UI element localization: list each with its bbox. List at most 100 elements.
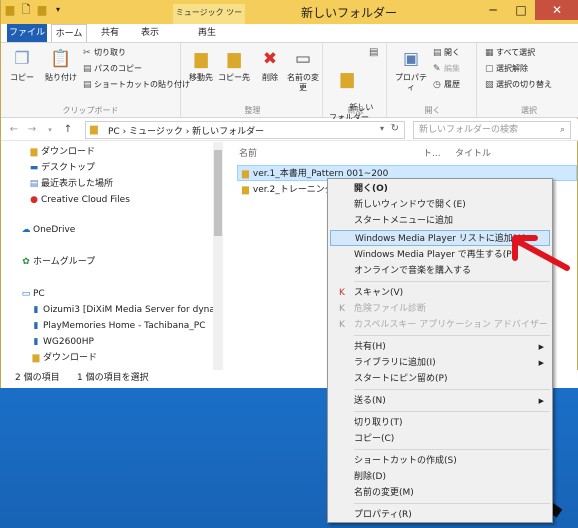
menu-item-label: スタートメニューに追加 — [354, 216, 454, 226]
menu-item-pin-to-start[interactable]: スタートにピン留め(P) — [330, 371, 550, 387]
menu-item-open-new-window[interactable]: 新しいウィンドウで開く(E) — [330, 197, 550, 213]
menu-item-cut[interactable]: 切り取り(T) — [330, 415, 550, 431]
menu-item-create-shortcut[interactable]: ショートカットの作成(S) — [330, 453, 550, 469]
nav-item[interactable]: ▆ ダウンロード — [27, 146, 95, 158]
select-none-button[interactable]: ▢ 選択解除 — [485, 63, 528, 75]
menu-item-danger-file-check[interactable]: K 危険ファイル診断 — [330, 301, 550, 317]
move-to-label: 移動先 — [189, 73, 213, 82]
red-arrow-annotation-icon — [512, 235, 570, 271]
rename-button[interactable]: ▭ 名前の変更 — [287, 47, 319, 93]
tab-play[interactable]: 再生 — [187, 24, 227, 42]
address-bar: ← → ▾ ↑ ▆ PC › ミュージック › 新しいフォルダー ▾ ↻ 新しい… — [1, 119, 578, 141]
address-box[interactable]: ▆ PC › ミュージック › 新しいフォルダー ▾ ↻ — [85, 121, 405, 139]
submenu-arrow-icon: ▶ — [538, 359, 544, 367]
new-group-label: 新規 — [347, 106, 364, 115]
menu-item-label: Windows Media Player で再生する(P) — [354, 250, 516, 260]
search-input[interactable]: 新しいフォルダーの検索 ⌕ — [413, 121, 571, 139]
tab-file[interactable]: ファイル — [7, 24, 47, 42]
paste-button[interactable]: 📋 貼り付け — [41, 47, 81, 83]
search-placeholder: 新しいフォルダーの検索 — [419, 125, 519, 135]
menu-item-open[interactable]: 開く(O) — [330, 181, 550, 197]
column-header-name[interactable]: 名前 — [239, 146, 257, 159]
minimize-button[interactable]: ─ — [479, 0, 507, 20]
nav-item[interactable]: ▭ PC — [19, 288, 45, 300]
copy-to-button[interactable]: ▆ コピー先 — [217, 47, 251, 83]
delete-label: 削除 — [262, 73, 278, 82]
selected-count: 1 個の項目を選択 — [77, 373, 149, 383]
file-name: ver.2_トレーニングプ — [252, 185, 328, 195]
delete-button[interactable]: ✖ 削除 — [257, 47, 283, 83]
quick-access-toolbar: ▆ 🗋 ▆ ▾ — [3, 3, 65, 17]
nav-item[interactable]: ▬ デスクトップ — [27, 162, 95, 174]
menu-item-label: 共有(H) — [354, 342, 386, 352]
column-header-title[interactable]: タイトル — [455, 146, 491, 159]
move-to-button[interactable]: ▆ 移動先 — [187, 47, 215, 83]
menu-item-add-to-start[interactable]: スタートメニューに追加 — [330, 213, 550, 229]
file-row[interactable]: ▆ver.2_トレーニングプ — [238, 182, 328, 198]
history-label: 履歴 — [444, 80, 460, 89]
recent-icon: ▤ — [29, 179, 39, 189]
nav-item-label: WG2600HP — [43, 337, 94, 347]
cut-button[interactable]: ✂ 切り取り — [83, 47, 126, 59]
copy-button[interactable]: ❐ コピー — [7, 47, 37, 83]
nav-scrollbar-thumb[interactable] — [214, 150, 222, 236]
nav-item[interactable]: ▆ ダウンロード — [29, 352, 97, 364]
title-bar: ▆ 🗋 ▆ ▾ ミュージック ツール 新しいフォルダー ─ □ ✕ — [1, 0, 578, 35]
edit-button[interactable]: ✎ 編集 — [433, 63, 460, 75]
menu-item-share[interactable]: 共有(H) ▶ — [330, 339, 550, 355]
history-button[interactable]: ◷ 履歴 — [433, 79, 460, 91]
menu-item-add-to-library[interactable]: ライブラリに追加(I) ▶ — [330, 355, 550, 371]
new-folder-icon[interactable]: ▆ — [35, 3, 49, 17]
new-item-icon[interactable]: ▤ — [369, 47, 378, 58]
properties-label: プロパティ — [395, 73, 427, 92]
nav-item[interactable]: ● Creative Cloud Files — [27, 194, 130, 206]
refresh-icon[interactable]: ↻ — [391, 123, 399, 134]
menu-item-send-to[interactable]: 送る(N) ▶ — [330, 393, 550, 409]
new-folder-icon: ▆ — [340, 69, 354, 89]
tab-view[interactable]: 表示 — [135, 24, 165, 42]
folder-icon[interactable]: ▆ — [3, 3, 17, 17]
maximize-button[interactable]: □ — [507, 0, 535, 20]
forward-button[interactable]: → — [25, 123, 39, 137]
select-all-button[interactable]: ▦ すべて選択 — [485, 47, 535, 59]
chevron-down-icon[interactable]: ▾ — [380, 124, 384, 133]
edit-icon: ✎ — [433, 64, 441, 74]
recent-locations-button[interactable]: ▾ — [43, 123, 57, 137]
paste-shortcut-button[interactable]: ▤ ショートカットの貼り付け — [83, 79, 190, 91]
nav-item[interactable]: ▮ Oizumi3 [DiXiM Media Server for dyna — [29, 304, 215, 316]
delete-icon: ✖ — [262, 49, 278, 69]
nav-item[interactable]: ☁ OneDrive — [19, 224, 76, 236]
up-button[interactable]: ↑ — [61, 123, 75, 137]
copy-path-label: パスのコピー — [94, 64, 142, 73]
nav-item-label: OneDrive — [33, 225, 76, 235]
menu-item-delete[interactable]: 削除(D) — [330, 469, 550, 485]
tab-home[interactable]: ホーム — [51, 24, 87, 42]
select-all-icon: ▦ — [485, 48, 494, 58]
window-title: 新しいフォルダー — [301, 6, 398, 20]
menu-item-label: ライブラリに追加(I) — [354, 358, 436, 368]
properties-icon: ▣ — [402, 49, 420, 69]
menu-item-properties[interactable]: プロパティ(R) — [330, 507, 550, 523]
nav-item[interactable]: ▤ 最近表示した場所 — [27, 178, 113, 190]
menu-item-kaspersky-advisor[interactable]: K カスペルスキー アプリケーション アドバイザー — [330, 317, 550, 333]
invert-selection-button[interactable]: ▧ 選択の切り替え — [485, 79, 552, 91]
back-button[interactable]: ← — [7, 123, 21, 137]
properties-icon[interactable]: 🗋 — [19, 3, 33, 17]
copy-path-button[interactable]: ▤ パスのコピー — [83, 63, 142, 75]
menu-item-copy[interactable]: コピー(C) — [330, 431, 550, 447]
nav-item[interactable]: ▮ PlayMemories Home - Tachibana_PC — [29, 320, 206, 332]
open-button[interactable]: ▤ 開く — [433, 47, 460, 59]
chevron-down-icon[interactable]: ▾ — [51, 3, 65, 17]
submenu-arrow-icon: ▶ — [538, 397, 544, 405]
properties-button[interactable]: ▣ プロパティ — [393, 47, 429, 93]
rename-icon: ▭ — [294, 49, 312, 69]
nav-item[interactable]: ▮ WG2600HP — [29, 336, 94, 348]
menu-item-scan[interactable]: K スキャン(V) — [330, 285, 550, 301]
tab-share[interactable]: 共有 — [95, 24, 125, 42]
column-header-track[interactable]: ト... — [423, 146, 441, 159]
menu-item-label: スタートにピン留め(P) — [354, 374, 448, 384]
nav-item[interactable]: ✿ ホームグループ — [19, 256, 95, 268]
menu-item-rename[interactable]: 名前の変更(M) — [330, 485, 550, 501]
close-button[interactable]: ✕ — [535, 0, 578, 20]
homegroup-icon: ✿ — [22, 257, 30, 267]
